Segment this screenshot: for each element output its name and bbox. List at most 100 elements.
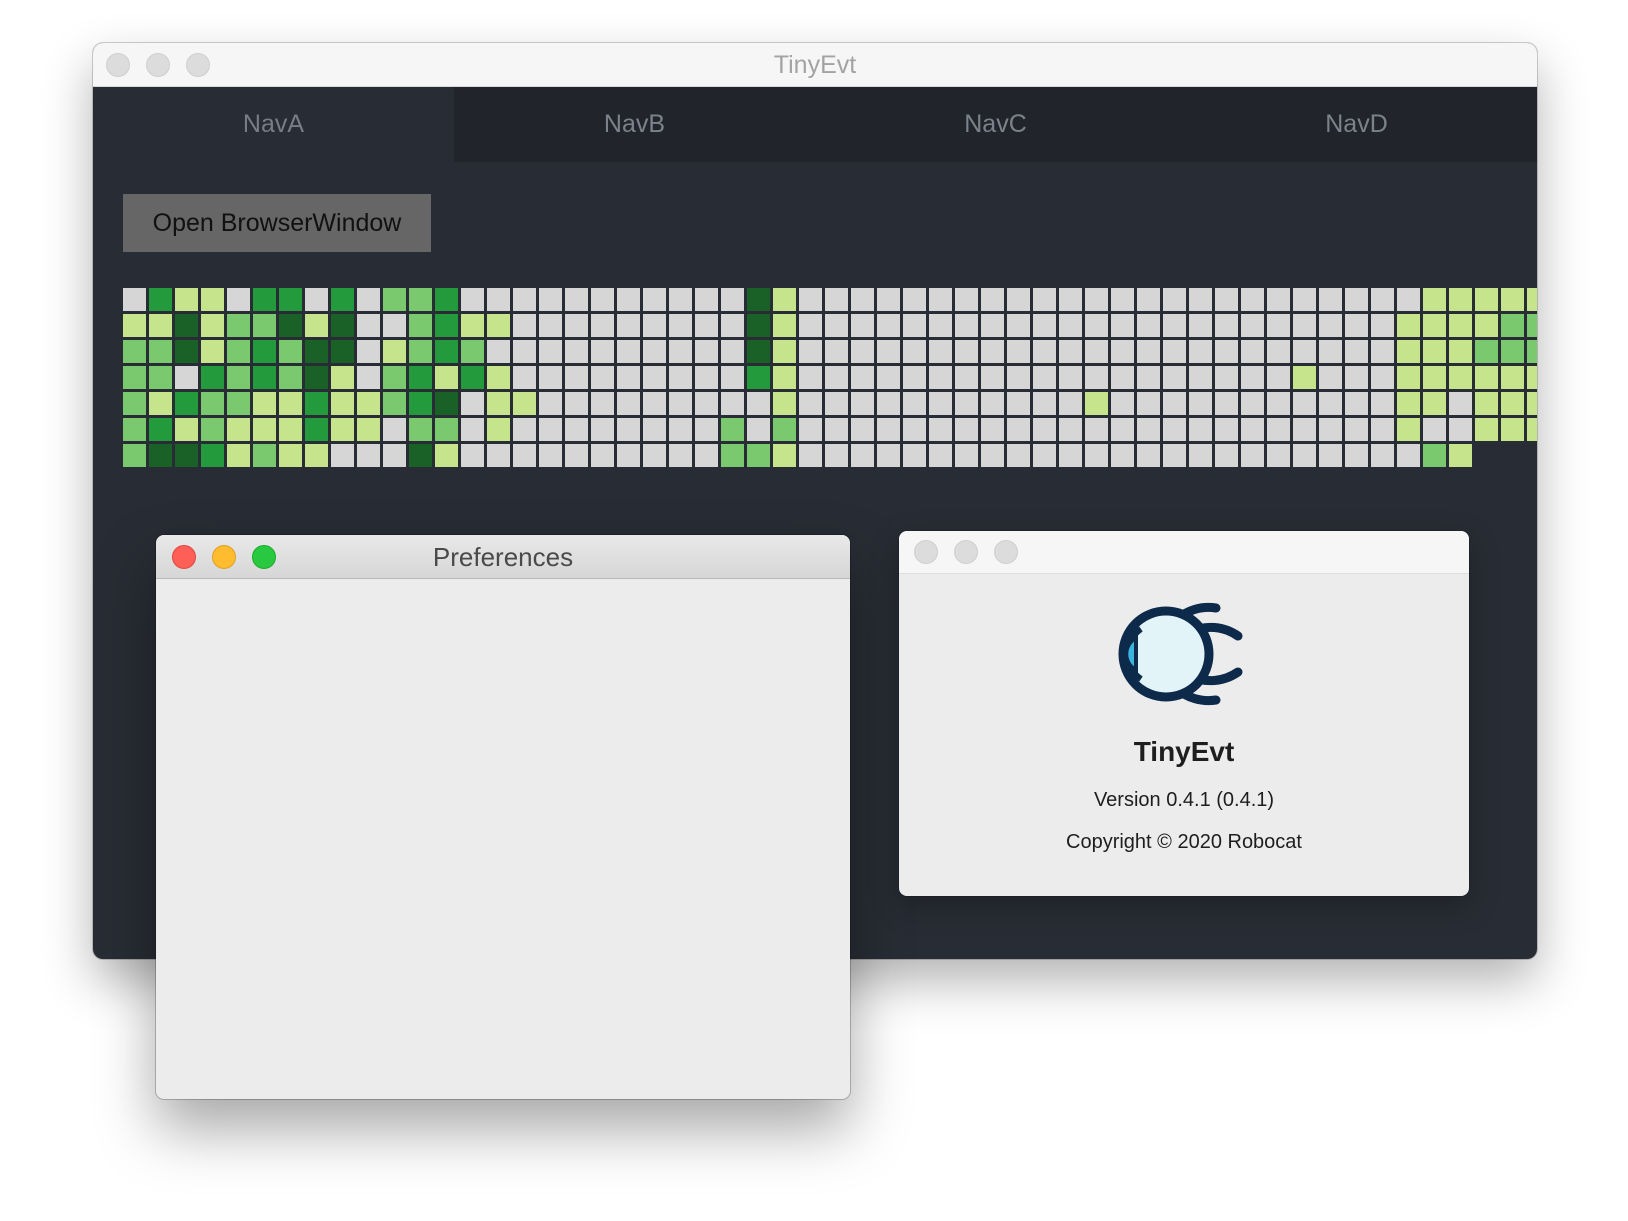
contribution-cell	[486, 313, 511, 338]
contribution-cell	[1500, 365, 1525, 390]
contribution-cell	[928, 365, 953, 390]
contribution-cell	[564, 313, 589, 338]
contribution-cell	[174, 443, 199, 468]
contribution-cell	[200, 365, 225, 390]
contribution-cell	[642, 391, 667, 416]
contribution-cell	[1058, 443, 1083, 468]
contribution-cell	[720, 287, 745, 312]
contribution-cell	[200, 287, 225, 312]
contribution-cell	[1422, 391, 1447, 416]
close-button[interactable]	[914, 540, 938, 564]
contribution-cell	[174, 339, 199, 364]
contribution-cell	[902, 443, 927, 468]
about-titlebar[interactable]	[899, 531, 1469, 574]
contribution-cell	[1136, 443, 1161, 468]
contribution-cell	[1188, 365, 1213, 390]
contribution-cell	[954, 365, 979, 390]
contribution-cell	[902, 417, 927, 442]
contribution-cell	[1032, 287, 1057, 312]
contribution-cell	[1448, 417, 1473, 442]
contribution-cell	[954, 339, 979, 364]
contribution-cell	[1448, 365, 1473, 390]
contribution-cell	[1526, 391, 1537, 416]
contribution-cell	[772, 339, 797, 364]
contribution-cell	[954, 313, 979, 338]
contribution-cell	[382, 287, 407, 312]
contribution-cell	[1344, 443, 1369, 468]
contribution-cell	[1188, 443, 1213, 468]
contribution-cell	[304, 365, 329, 390]
contribution-cell	[1318, 391, 1343, 416]
contribution-cell	[1448, 313, 1473, 338]
contribution-cell	[1110, 391, 1135, 416]
contribution-cell	[304, 287, 329, 312]
contribution-cell	[408, 417, 433, 442]
contribution-cell	[486, 287, 511, 312]
contribution-cell	[668, 313, 693, 338]
contribution-cell	[1318, 339, 1343, 364]
contribution-cell	[876, 339, 901, 364]
contribution-cell	[278, 287, 303, 312]
main-titlebar[interactable]: TinyEvt	[93, 43, 1537, 87]
contribution-cell	[148, 313, 173, 338]
contribution-cell	[1526, 287, 1537, 312]
contribution-cell	[304, 391, 329, 416]
contribution-cell	[1032, 365, 1057, 390]
nav-tab-b[interactable]: NavB	[454, 87, 815, 162]
contribution-cell	[850, 365, 875, 390]
contribution-cell	[1474, 339, 1499, 364]
contribution-cell	[616, 443, 641, 468]
contribution-cell	[1032, 339, 1057, 364]
contribution-cell	[512, 391, 537, 416]
contribution-cell	[460, 287, 485, 312]
contribution-cell	[1214, 391, 1239, 416]
contribution-cell	[1344, 287, 1369, 312]
contribution-cell	[668, 365, 693, 390]
contribution-cell	[252, 365, 277, 390]
contribution-cell	[1084, 443, 1109, 468]
contribution-cell	[1136, 287, 1161, 312]
contribution-cell	[1136, 365, 1161, 390]
open-browser-window-button[interactable]: Open BrowserWindow	[123, 194, 431, 252]
contribution-cell	[1110, 287, 1135, 312]
minimize-button[interactable]	[954, 540, 978, 564]
contribution-cell	[1474, 417, 1499, 442]
contribution-cell	[746, 339, 771, 364]
contribution-cell	[980, 339, 1005, 364]
contribution-cell	[1396, 365, 1421, 390]
contribution-cell	[824, 417, 849, 442]
contribution-cell	[538, 365, 563, 390]
zoom-button[interactable]	[994, 540, 1018, 564]
contribution-cell	[1396, 339, 1421, 364]
contribution-cell	[1162, 365, 1187, 390]
nav-tab-a[interactable]: NavA	[93, 87, 454, 162]
contribution-cell	[1292, 365, 1317, 390]
contribution-cell	[1240, 365, 1265, 390]
nav-tab-c[interactable]: NavC	[815, 87, 1176, 162]
contribution-cell	[1136, 339, 1161, 364]
contribution-cell	[200, 391, 225, 416]
contribution-cell	[746, 287, 771, 312]
contribution-cell	[928, 443, 953, 468]
contribution-cell	[512, 339, 537, 364]
nav-tab-d[interactable]: NavD	[1176, 87, 1537, 162]
contribution-cell	[1006, 365, 1031, 390]
contribution-cell	[174, 313, 199, 338]
contribution-cell	[564, 417, 589, 442]
contribution-cell	[1448, 287, 1473, 312]
contribution-cell	[252, 339, 277, 364]
contribution-cell	[1240, 417, 1265, 442]
contribution-cell	[1058, 417, 1083, 442]
contribution-cell	[538, 443, 563, 468]
contribution-cell	[1058, 365, 1083, 390]
contribution-cell	[980, 443, 1005, 468]
contribution-cell	[382, 443, 407, 468]
contribution-cell	[408, 313, 433, 338]
contribution-cell	[720, 313, 745, 338]
about-app-name: TinyEvt	[1133, 736, 1235, 767]
contribution-cell	[1474, 313, 1499, 338]
contribution-cell	[1344, 313, 1369, 338]
contribution-cell	[434, 339, 459, 364]
contribution-cell	[226, 417, 251, 442]
preferences-titlebar[interactable]: Preferences	[156, 535, 850, 579]
